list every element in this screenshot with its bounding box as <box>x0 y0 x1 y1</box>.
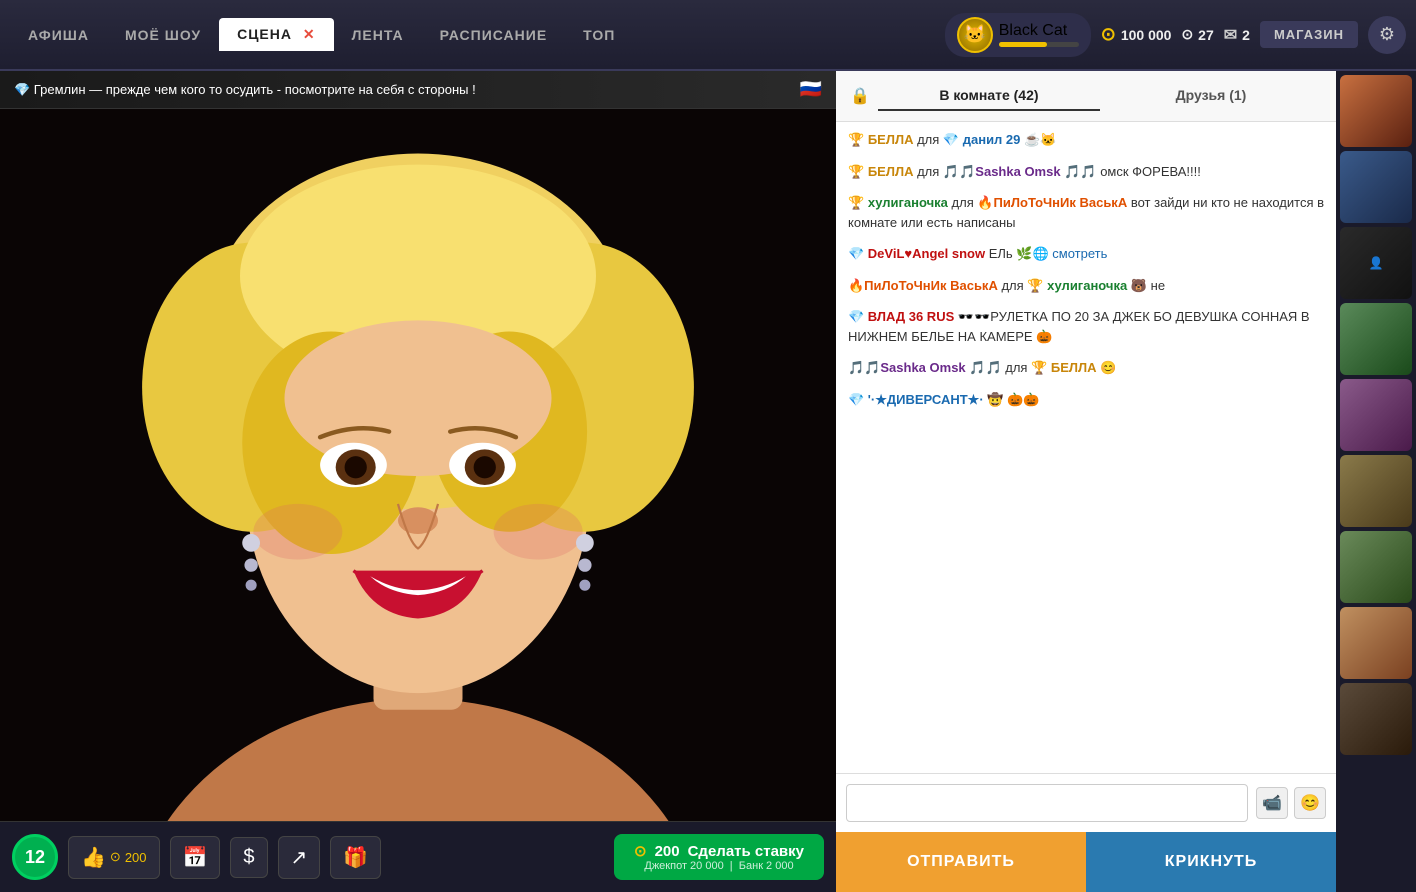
list-item: 🏆 хулиганочка для 🔥ПиЛоТоЧнИк ВаськА вот… <box>848 193 1324 232</box>
user-area: 🐱 Black Cat ⊙ 100 000 ⊙ 27 ✉ 2 МАГАЗИН ⚙ <box>945 13 1406 57</box>
stage-header: 💎 Гремлин — прежде чем кого то осудить -… <box>0 71 836 109</box>
bet-sub: Джекпот 20 000 | Банк 2 000 <box>644 860 793 872</box>
video-icon-btn[interactable]: 📹 <box>1256 787 1288 819</box>
list-item[interactable]: 👤 <box>1340 227 1412 299</box>
like-button[interactable]: 👍 ⊙ 200 <box>68 836 160 879</box>
emoji-icon-btn[interactable]: 😊 <box>1294 787 1326 819</box>
list-item: 🏆 БЕЛЛА для 🎵🎵Sashka Omsk 🎵🎵 омск ФОРЕВА… <box>848 162 1324 182</box>
coin-icon: ⊙ <box>1101 24 1116 45</box>
nav-item-lenta[interactable]: ЛЕНТА <box>334 19 422 51</box>
stage-bottom-bar: 12 👍 ⊙ 200 📅 $ ↗ 🎁 ⊙ 2 <box>0 821 836 892</box>
user-name: Black Cat <box>999 22 1079 40</box>
list-item[interactable] <box>1340 683 1412 755</box>
like-icon: 👍 <box>81 845 106 870</box>
level-badge: 12 <box>12 834 58 880</box>
notifications-display[interactable]: ⊙ 27 <box>1181 26 1213 43</box>
list-item: 💎 ВЛАД 36 RUS 🕶️🕶️РУЛЕТКА ПО 20 ЗА ДЖЕК … <box>848 307 1324 346</box>
gift-icon: 🎁 <box>343 845 368 870</box>
user-progress-bar <box>999 42 1079 47</box>
chat-footer: Отправить Крикнуть <box>836 832 1336 892</box>
gift-button[interactable]: 🎁 <box>330 836 381 879</box>
user-badge[interactable]: 🐱 Black Cat <box>945 13 1091 57</box>
nav-item-top[interactable]: ТОП <box>565 19 633 51</box>
notification-icon: ⊙ <box>1181 26 1193 43</box>
flag-icon: 🇷🇺 <box>800 79 822 100</box>
dollar-icon: $ <box>243 846 254 869</box>
chat-header: 🔒 В комнате (42) Друзья (1) <box>836 71 1336 122</box>
avatar: 🐱 <box>957 17 993 53</box>
nav-item-afisha[interactable]: АФИША <box>10 19 107 51</box>
tab-room[interactable]: В комнате (42) <box>878 81 1100 111</box>
bet-coin-icon: ⊙ <box>634 842 647 860</box>
list-item: 🎵🎵Sashka Omsk 🎵🎵 для 🏆 БЕЛЛА 😊 <box>848 358 1324 378</box>
tab-friends[interactable]: Друзья (1) <box>1100 81 1322 111</box>
share-button[interactable]: ↗ <box>278 836 321 879</box>
list-item[interactable] <box>1340 531 1412 603</box>
chat-input[interactable] <box>846 784 1248 822</box>
stage-header-text: 💎 Гремлин — прежде чем кого то осудить -… <box>14 82 476 98</box>
shout-button[interactable]: Крикнуть <box>1086 832 1336 892</box>
settings-button[interactable]: ⚙ <box>1368 16 1406 54</box>
list-item[interactable] <box>1340 151 1412 223</box>
bet-area[interactable]: ⊙ 200 Сделать ставку Джекпот 20 000 | Ба… <box>614 834 824 880</box>
stage-video <box>0 109 836 821</box>
nav-item-scena[interactable]: СЦЕНА ✕ <box>219 18 334 51</box>
top-navigation: АФИША МОЁ ШОУ СЦЕНА ✕ ЛЕНТА РАСПИСАНИЕ Т… <box>0 0 1416 71</box>
calendar-icon: 📅 <box>183 845 208 870</box>
lock-icon: 🔒 <box>850 86 870 106</box>
close-icon[interactable]: ✕ <box>303 26 316 43</box>
nav-item-raspisanie[interactable]: РАСПИСАНИЕ <box>422 19 566 51</box>
message-icon: ✉ <box>1224 25 1237 45</box>
list-item: 🏆 БЕЛЛА для 💎 данил 29 ☕🐱 <box>848 130 1324 150</box>
list-item[interactable] <box>1340 303 1412 375</box>
chat-input-area: 📹 😊 <box>836 773 1336 832</box>
dollar-button[interactable]: $ <box>230 837 267 878</box>
coin-icon: ⊙ <box>110 849 121 865</box>
link-watch[interactable]: смотреть <box>1052 246 1107 261</box>
stage-area: 💎 Гремлин — прежде чем кого то осудить -… <box>0 71 836 892</box>
coins-display: ⊙ 100 000 <box>1101 24 1172 45</box>
send-button[interactable]: Отправить <box>836 832 1086 892</box>
chat-messages: 🏆 БЕЛЛА для 💎 данил 29 ☕🐱 🏆 БЕЛЛА для 🎵🎵… <box>836 122 1336 773</box>
nav-item-myshow[interactable]: МОЁ ШОУ <box>107 19 219 51</box>
list-item: 🔥ПиЛоТоЧнИк ВаськА для 🏆 хулиганочка 🐻 н… <box>848 276 1324 296</box>
calendar-button[interactable]: 📅 <box>170 836 221 879</box>
list-item: 💎 DeViL♥Angel snow ЕЛь 🌿🌐 смотреть <box>848 244 1324 264</box>
right-sidebar: 👤 <box>1336 71 1416 892</box>
list-item[interactable] <box>1340 607 1412 679</box>
list-item[interactable] <box>1340 379 1412 451</box>
list-item[interactable] <box>1340 75 1412 147</box>
chat-area: 🔒 В комнате (42) Друзья (1) 🏆 БЕЛЛА для … <box>836 71 1336 892</box>
messages-display[interactable]: ✉ 2 <box>1224 25 1250 45</box>
list-item[interactable] <box>1340 455 1412 527</box>
shop-button[interactable]: МАГАЗИН <box>1260 21 1358 48</box>
share-icon: ↗ <box>291 845 308 870</box>
main-area: 💎 Гремлин — прежде чем кого то осудить -… <box>0 71 1416 892</box>
list-item: 💎 '·★ДИВЕРСАНТ★· 🤠 🎃🎃 <box>848 390 1324 410</box>
